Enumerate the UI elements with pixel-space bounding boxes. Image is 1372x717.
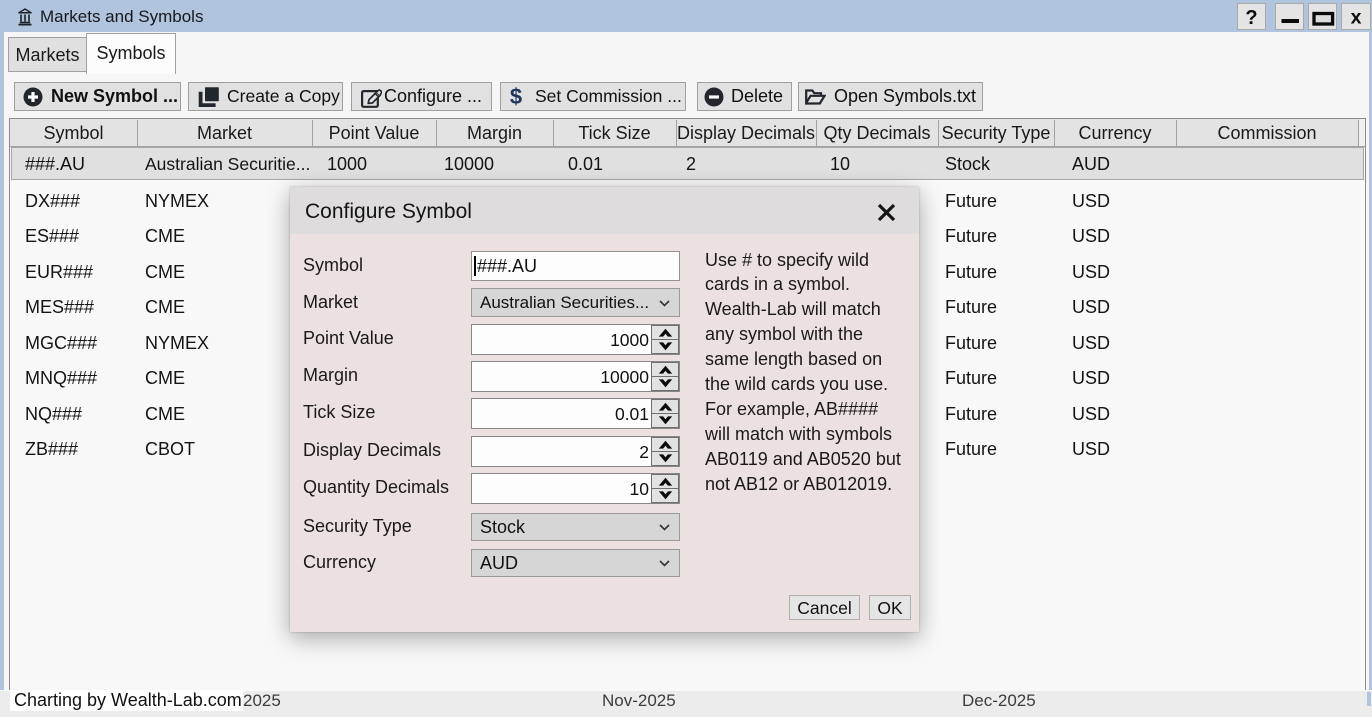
svg-text:$: $	[510, 84, 522, 109]
svg-text:x: x	[1351, 7, 1362, 29]
svg-text:?: ?	[1245, 7, 1257, 29]
